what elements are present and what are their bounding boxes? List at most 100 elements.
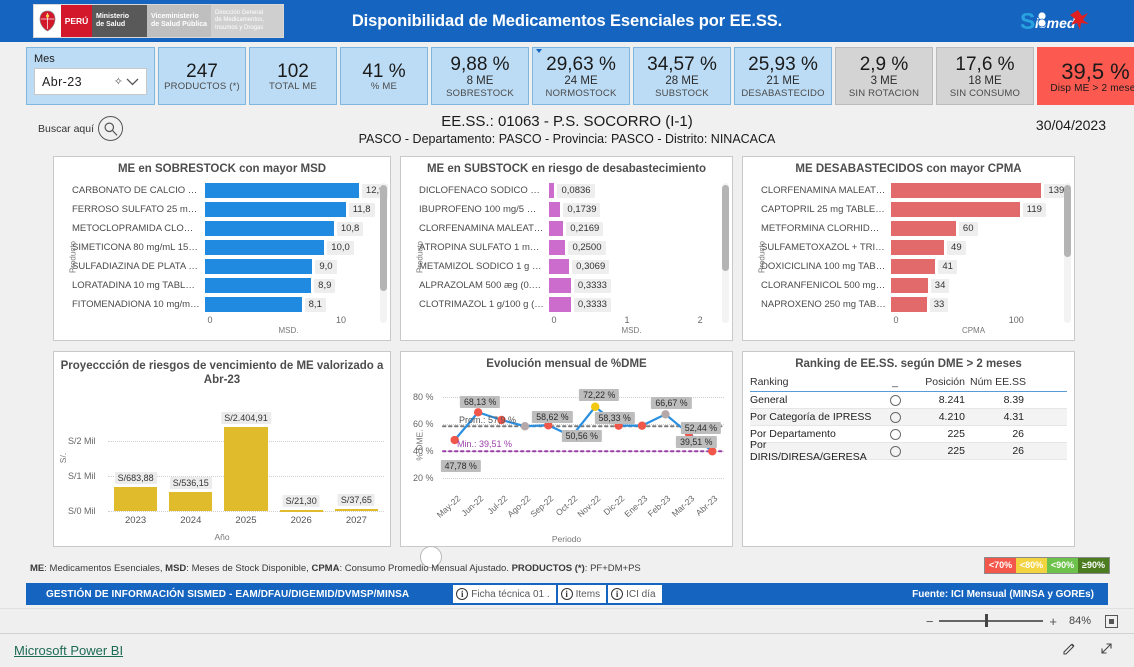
bar-fill[interactable]: [549, 259, 570, 275]
bar-fill[interactable]: [205, 278, 312, 294]
bar-fill[interactable]: [549, 297, 571, 313]
zoom-slider[interactable]: [939, 614, 1044, 628]
bar-row[interactable]: DOXICICLINA 100 mg TABLETA 41: [761, 257, 1062, 276]
chart-panel-proyeccion[interactable]: Proyeccción de riesgos de vencimiento de…: [53, 351, 391, 547]
bar-row[interactable]: ATROPINA SULFATO 1 mg/mL... 0,2500: [419, 238, 720, 257]
footer-button-ici-dia[interactable]: i ICI día: [608, 585, 662, 603]
chart-scrollbar[interactable]: [722, 183, 729, 324]
bar-fill[interactable]: [891, 278, 928, 294]
bar-row[interactable]: METOCLOPRAMIDA CLORHI... 10,8: [72, 219, 378, 238]
bar-fill[interactable]: [549, 278, 571, 294]
kpi-card-sin-rotacion[interactable]: 2,9 % 3 ME SIN ROTACION: [835, 47, 933, 105]
kpi-card-desabastecido[interactable]: 25,93 % 21 ME DESABASTECIDO: [734, 47, 832, 105]
kpi-card-substock[interactable]: 34,57 % 28 ME SUBSTOCK: [633, 47, 731, 105]
bar-fill[interactable]: [205, 221, 334, 237]
bar-row[interactable]: LORATADINA 10 mg TABLETA 8,9: [72, 276, 378, 295]
line-chart-evolucion-dme[interactable]: % DME. Periodo 20 % 40 % 60 % 80 % 47,78 % 68…: [401, 374, 732, 546]
fit-to-page-icon[interactable]: [1105, 614, 1118, 628]
chart-scrollbar[interactable]: [380, 183, 387, 324]
kpi-card-productos[interactable]: 247 PRODUCTOS (*): [158, 47, 246, 105]
kpi-card-normostock[interactable]: 29,63 % 24 ME NORMOSTOCK: [532, 47, 630, 105]
bar-row[interactable]: CARBONATO DE CALCIO 1.25... 12,9: [72, 181, 389, 200]
horizontal-bar-chart-substock[interactable]: Producto DICLOFENACO SODICO 25 m... 0,083…: [401, 179, 732, 335]
bar-row[interactable]: DICLOFENACO SODICO 25 m... 0,0836: [419, 181, 720, 200]
bar-row[interactable]: FERROSO SULFATO 25 mg de... 11,8: [72, 200, 378, 219]
bar-row[interactable]: ALPRAZOLAM 500 æg (0.5 mg... 0,3333: [419, 276, 720, 295]
bar-category-label: ATROPINA SULFATO 1 mg/mL...: [419, 242, 549, 254]
bar-fill[interactable]: [549, 221, 564, 237]
bar-row[interactable]: SULFAMETOXAZOL + TRIMET... 49: [761, 238, 1062, 257]
column-bar[interactable]: [334, 509, 378, 512]
scrollbar-thumb[interactable]: [722, 185, 729, 272]
column-chart-proyeccion[interactable]: S/. Año S/0 Mil S/1 Mil S/2 Mil S/683,88 202…: [54, 391, 390, 542]
column-header-posicion[interactable]: Posición: [912, 376, 970, 388]
bar-row[interactable]: CAPTOPRIL 25 mg TABLETA 119: [761, 200, 1062, 219]
scrollbar-thumb[interactable]: [1064, 185, 1071, 258]
column-bar[interactable]: [114, 486, 158, 511]
scrollbar-thumb[interactable]: [380, 185, 387, 292]
chart-panel-desabastecidos[interactable]: ME DESABASTECIDOS con mayor CPMA Product…: [742, 156, 1075, 341]
kpi-card-total-me[interactable]: 102 TOTAL ME: [249, 47, 337, 105]
footer-button-ficha-tecnica[interactable]: i Ficha técnica 01 .: [453, 585, 556, 603]
bar-fill[interactable]: [205, 297, 302, 313]
fullscreen-icon[interactable]: [1099, 641, 1114, 661]
bar-row[interactable]: NAPROXENO 250 mg TABLETA 33: [761, 295, 1062, 314]
bar-fill[interactable]: [891, 183, 1042, 199]
bar-fill[interactable]: [549, 240, 566, 256]
zoom-out-button[interactable]: −: [926, 614, 934, 629]
bar-fill[interactable]: [891, 221, 956, 237]
bar-fill[interactable]: [549, 202, 561, 218]
bar-fill[interactable]: [205, 259, 313, 275]
bar-fill[interactable]: [891, 202, 1020, 218]
bar-fill[interactable]: [891, 259, 936, 275]
column-header-ranking[interactable]: Ranking: [750, 376, 878, 388]
bar-fill[interactable]: [891, 240, 945, 256]
chart-panel-evolucion-dme[interactable]: Evolución mensual de %DME % DME. Periodo…: [400, 351, 733, 547]
ranking-table[interactable]: Ranking _ Posición Núm EE.SS General 8.2…: [750, 376, 1067, 463]
kpi-card-disp-me-2-meses[interactable]: 39,5 % Disp ME > 2 meses: [1037, 47, 1134, 105]
bar-row[interactable]: METAMIZOL SODICO 1 g 2 mL... 0,3069: [419, 257, 720, 276]
month-slicer-dropdown[interactable]: Abr-23 ✧: [34, 68, 147, 95]
footer-button-items[interactable]: i Items: [557, 585, 607, 603]
chart-panel-substock[interactable]: ME en SUBSTOCK en riesgo de desabastecim…: [400, 156, 733, 341]
chart-scrollbar[interactable]: [1064, 183, 1071, 324]
chevron-down-icon[interactable]: ✧: [114, 75, 139, 88]
bar-fill[interactable]: [205, 183, 359, 199]
table-row[interactable]: Por Categoría de IPRESS 4.210 4.31: [750, 409, 1067, 427]
bar-row[interactable]: CLORFENAMINA MALEATO 2 ... 0,2169: [419, 219, 720, 238]
bar-row[interactable]: METFORMINA CLORHIDRATO... 60: [761, 219, 1062, 238]
bar-fill[interactable]: [549, 183, 555, 199]
bar-fill[interactable]: [205, 240, 325, 256]
month-slicer[interactable]: Mes Abr-23 ✧: [26, 47, 155, 105]
column-header-marker[interactable]: _: [878, 376, 912, 388]
bar-row[interactable]: CLOTRIMAZOL 1 g/100 g (1 %... 0,3333: [419, 295, 720, 314]
kpi-card-pct-me[interactable]: 41 % % ME: [340, 47, 428, 105]
kpi-card-sobrestock[interactable]: 9,88 % 8 ME SOBRESTOCK: [431, 47, 529, 105]
bar-row[interactable]: IBUPROFENO 100 mg/5 mL 60... 0,1739: [419, 200, 720, 219]
bar-fill[interactable]: [205, 202, 346, 218]
horizontal-bar-chart-desabastecidos[interactable]: Producto CLORFENAMINA MALEATO 4 ... 139 CA…: [743, 179, 1074, 335]
table-row[interactable]: General 8.241 8.39: [750, 392, 1067, 410]
chart-panel-sobrestock[interactable]: ME en SOBRESTOCK con mayor MSD Producto …: [53, 156, 391, 341]
column-bar[interactable]: [169, 492, 213, 511]
bar-row[interactable]: CLORFENAMINA MALEATO 4 ... 139: [761, 181, 1069, 200]
zoom-slider-handle[interactable]: [985, 614, 988, 628]
search-icon[interactable]: [98, 116, 124, 141]
edit-icon[interactable]: [1062, 641, 1077, 661]
zoom-in-button[interactable]: +: [1049, 614, 1057, 629]
bar-fill[interactable]: [891, 297, 927, 313]
bar-row[interactable]: SIMETICONA 80 mg/mL 15 mL... 10,0: [72, 238, 378, 257]
column-header-num-eess[interactable]: Núm EE.SS: [970, 376, 1026, 388]
column-bar[interactable]: [279, 510, 323, 512]
kpi-card-sin-consumo[interactable]: 17,6 % 18 ME SIN CONSUMO: [936, 47, 1034, 105]
bar-row[interactable]: SULFADIAZINA DE PLATA 1 g/... 9,0: [72, 257, 378, 276]
table-panel-ranking[interactable]: Ranking de EE.SS. según DME > 2 meses Ra…: [742, 351, 1075, 547]
bar-row[interactable]: CLORANFENICOL 500 mg TA... 34: [761, 276, 1062, 295]
column-bar[interactable]: [224, 427, 268, 511]
table-row[interactable]: Por DIRIS/DIRESA/GERESA 225 26: [750, 439, 1067, 463]
powerbi-brand-link[interactable]: Microsoft Power BI: [14, 643, 123, 658]
search-control[interactable]: Buscar aquí: [38, 116, 124, 141]
bar-row[interactable]: FITOMENADIONA 10 mg/mL 1 ... 8,1: [72, 295, 378, 314]
column-value-label: S/37,65: [337, 494, 375, 507]
horizontal-bar-chart-sobrestock[interactable]: Producto CARBONATO DE CALCIO 1.25... 12,9…: [54, 179, 390, 335]
